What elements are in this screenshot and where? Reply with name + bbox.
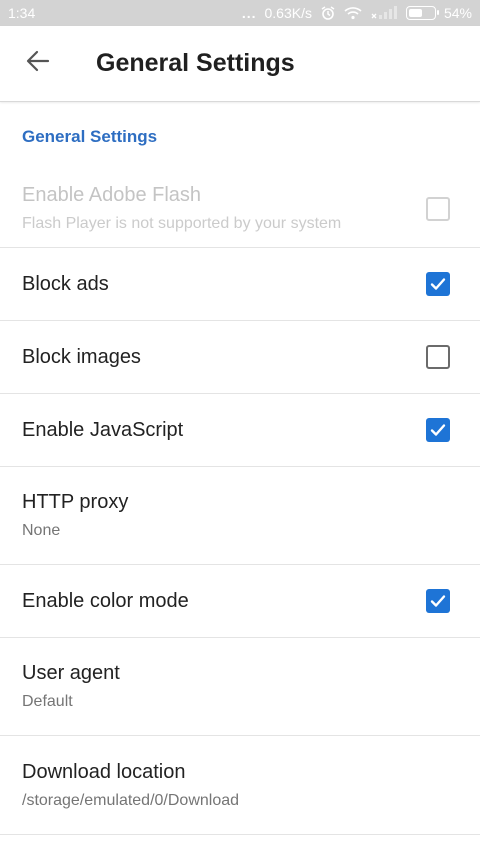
setting-label: User agent — [22, 662, 120, 684]
network-speed: 0.63K/s — [264, 5, 312, 21]
setting-texts: Enable Adobe Flash Flash Player is not s… — [22, 184, 426, 233]
check-icon — [430, 424, 446, 436]
check-icon — [430, 278, 446, 290]
alarm-icon — [320, 5, 336, 21]
battery-percent: 54% — [443, 5, 472, 21]
setting-texts: Download location /storage/emulated/0/Do… — [22, 761, 458, 810]
setting-texts: HTTP proxy None — [22, 491, 458, 540]
setting-summary: None — [22, 522, 61, 539]
back-button[interactable] — [8, 34, 68, 94]
setting-enable-adobe-flash[interactable]: Enable Adobe Flash Flash Player is not s… — [0, 170, 480, 248]
setting-block-ads[interactable]: Block ads — [0, 248, 480, 321]
setting-texts: Enable color mode — [22, 590, 426, 613]
section-header: General Settings — [22, 126, 158, 146]
signal-icon — [370, 6, 398, 20]
setting-label: HTTP proxy — [22, 491, 129, 513]
settings-list: General Settings Enable Adobe Flash Flas… — [0, 103, 480, 835]
app-bar: General Settings — [0, 26, 480, 102]
setting-summary: /storage/emulated/0/Download — [22, 791, 240, 809]
status-time: 1:34 — [8, 5, 36, 21]
setting-label: Block ads — [22, 272, 109, 295]
notification-dots-icon: ... — [241, 5, 257, 21]
setting-label: Enable Adobe Flash — [22, 184, 202, 206]
setting-download-location[interactable]: Download location /storage/emulated/0/Do… — [0, 736, 480, 835]
block-ads-checkbox[interactable] — [426, 272, 450, 296]
setting-user-agent[interactable]: User agent Default — [0, 638, 480, 736]
check-icon — [430, 595, 446, 607]
setting-summary: Default — [22, 693, 73, 710]
arrow-left-icon — [24, 47, 52, 80]
setting-block-images[interactable]: Block images — [0, 321, 480, 394]
setting-label: Enable JavaScript — [22, 418, 184, 441]
status-bar: 1:34 ... 0.63K/s 54% — [0, 0, 480, 26]
status-right-group: ... 0.63K/s 54% — [242, 5, 472, 21]
javascript-checkbox[interactable] — [426, 418, 450, 442]
battery-icon — [405, 6, 439, 20]
setting-texts: Enable JavaScript — [22, 419, 426, 442]
color-mode-checkbox[interactable] — [426, 589, 450, 613]
setting-texts: User agent Default — [22, 662, 458, 711]
setting-label: Download location — [22, 760, 186, 783]
setting-enable-color-mode[interactable]: Enable color mode — [0, 565, 480, 638]
setting-label: Block images — [22, 345, 141, 368]
setting-enable-javascript[interactable]: Enable JavaScript — [0, 394, 480, 467]
page-title: General Settings — [96, 49, 295, 77]
wifi-icon — [344, 6, 362, 20]
block-images-checkbox[interactable] — [426, 345, 450, 369]
battery-fill — [408, 9, 422, 17]
setting-label: Enable color mode — [22, 589, 189, 612]
setting-http-proxy[interactable]: HTTP proxy None — [0, 467, 480, 565]
setting-texts: Block images — [22, 346, 426, 369]
flash-checkbox[interactable] — [426, 196, 450, 221]
setting-summary: Flash Player is not supported by your sy… — [22, 215, 342, 232]
setting-texts: Block ads — [22, 273, 426, 296]
